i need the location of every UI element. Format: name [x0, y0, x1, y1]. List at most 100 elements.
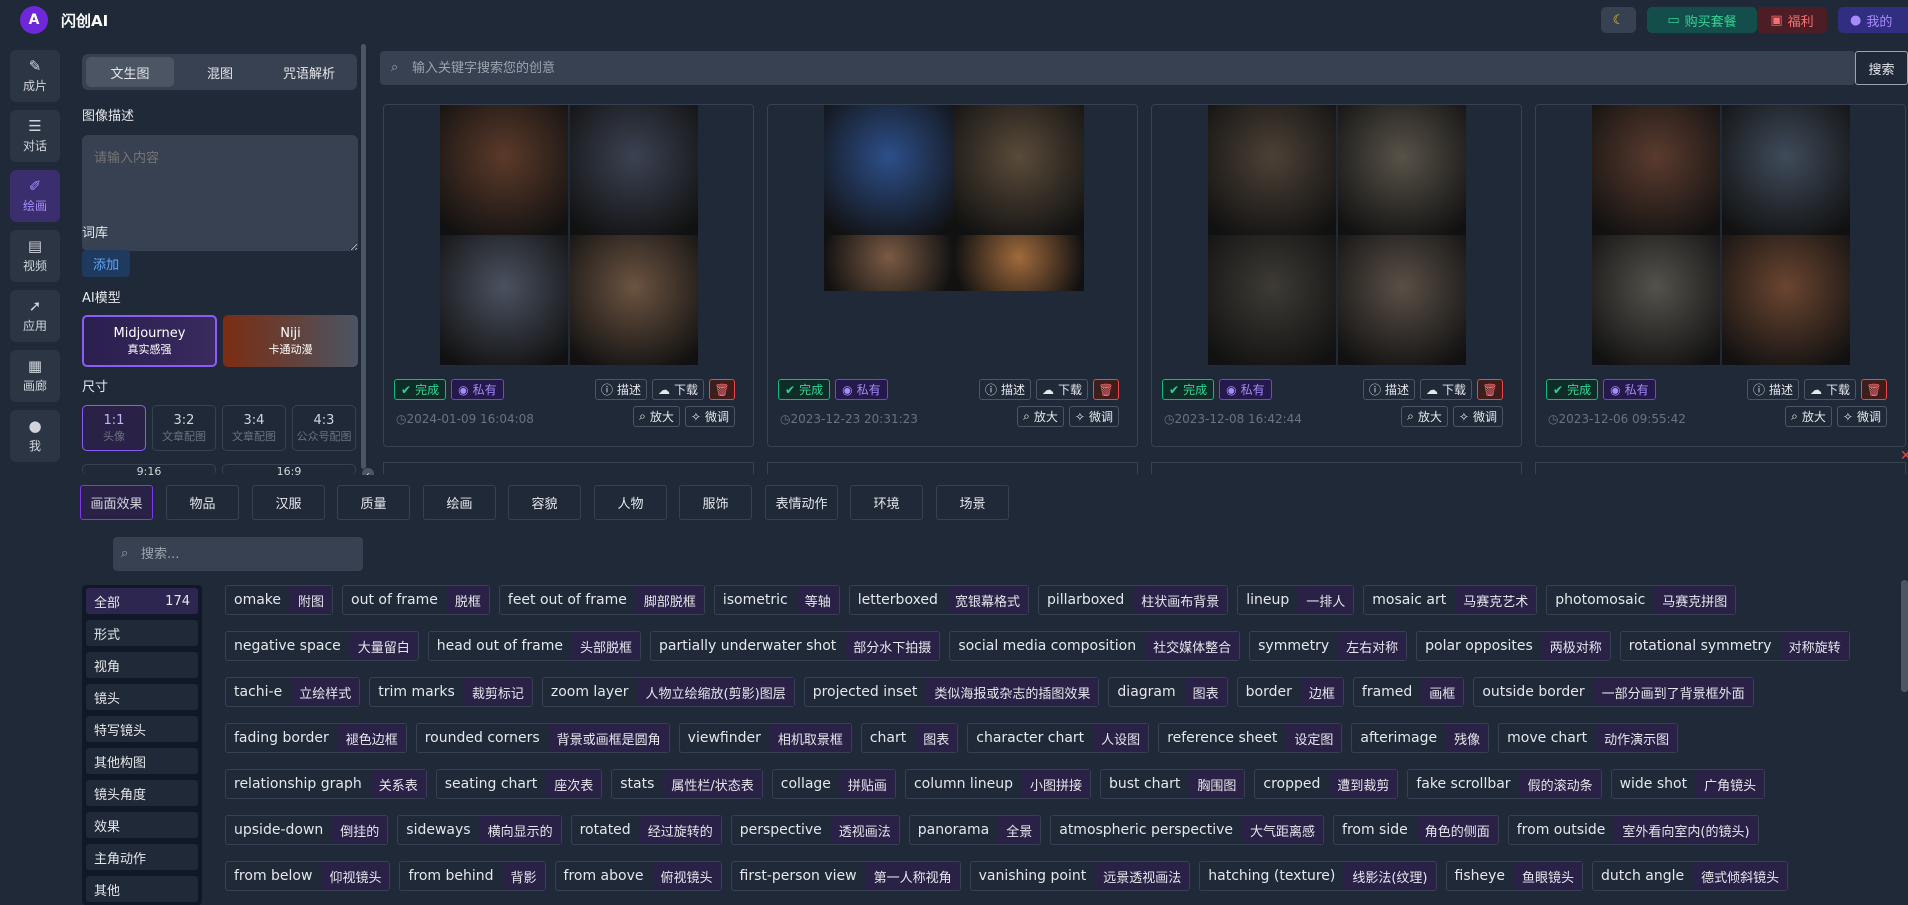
keyword-chip[interactable]: trim marks 裁剪标记 [369, 677, 533, 707]
keyword-chip[interactable]: letterboxed 宽银幕格式 [848, 585, 1029, 615]
zoom-button[interactable]: ⌕ 放大 [633, 406, 680, 427]
tab-prompt-parse[interactable]: 咒语解析 [265, 57, 353, 87]
library-category-tab[interactable]: 绘画 [423, 485, 496, 520]
keyword-chip[interactable]: feet out of frame 脚部脱框 [498, 585, 705, 615]
size-option[interactable]: 16:9 [222, 464, 356, 475]
keyword-chip[interactable]: chart 图表 [860, 723, 959, 753]
describe-button[interactable]: ⓘ 描述 [1362, 379, 1415, 400]
tweak-button[interactable]: ✧ 微调 [1068, 406, 1119, 427]
keyword-chip[interactable]: framed 画框 [1352, 677, 1465, 707]
library-category-tab[interactable]: 环境 [850, 485, 923, 520]
download-button[interactable]: ☁ 下载 [1419, 379, 1472, 400]
keyword-chip[interactable]: border 边框 [1236, 677, 1344, 707]
keyword-chip[interactable]: atmospheric perspective 大气距离感 [1050, 815, 1325, 845]
library-search-input[interactable] [141, 537, 356, 571]
nav-item[interactable]: ☰ 对话 [10, 110, 60, 162]
download-button[interactable]: ☁ 下载 [1803, 379, 1856, 400]
keyword-chip[interactable]: from outside 室外看向室内(的镜头) [1507, 815, 1759, 845]
logo-icon[interactable]: A [20, 6, 48, 34]
model-niji[interactable]: Niji 卡通动漫 [223, 315, 358, 367]
keyword-chip[interactable]: collage 拼贴画 [771, 769, 896, 799]
my-account-button[interactable]: ● 我的 [1838, 7, 1908, 33]
keyword-chip[interactable]: isometric 等轴 [713, 585, 840, 615]
keyword-chip[interactable]: lineup 一排人 [1237, 585, 1355, 615]
keyword-chip[interactable]: symmetry 左右对称 [1249, 631, 1408, 661]
zoom-button[interactable]: ⌕ 放大 [1017, 406, 1064, 427]
generated-image[interactable] [1208, 105, 1336, 235]
keyword-chip[interactable]: column lineup 小图拼接 [904, 769, 1091, 799]
keyword-chip[interactable]: reference sheet 设定图 [1158, 723, 1343, 753]
keyword-chip[interactable]: first-person view 第一人称视角 [730, 861, 961, 891]
delete-button[interactable]: 🗑 [709, 379, 735, 400]
keyword-chip[interactable]: out of frame 脱框 [342, 585, 490, 615]
keyword-chip[interactable]: sideways 横向显示的 [397, 815, 562, 845]
library-category-tab[interactable]: 汉服 [252, 485, 325, 520]
keyword-chip[interactable]: relationship graph 关系表 [225, 769, 427, 799]
library-category-tab[interactable]: 场景 [936, 485, 1009, 520]
download-button[interactable]: ☁ 下载 [651, 379, 704, 400]
image-card[interactable]: ✔ 完成 ◉ 私有 ⓘ 描述 ☁ 下载 🗑 ◷2023-12-08 16:42:44 ⌕… [1151, 104, 1522, 447]
tweak-button[interactable]: ✧ 微调 [1836, 406, 1887, 427]
nav-item[interactable]: ✎ 成片 [10, 50, 60, 102]
nav-item[interactable]: ● 我 [10, 410, 60, 462]
privacy-badge[interactable]: ◉ 私有 [1603, 379, 1656, 400]
keyword-chip[interactable]: wide shot 广角镜头 [1610, 769, 1766, 799]
subcategory-item[interactable]: 镜头角度 [86, 780, 198, 806]
model-midjourney[interactable]: Midjourney 真实感强 [82, 315, 217, 367]
generated-image[interactable] [954, 105, 1084, 235]
tweak-button[interactable]: ✧ 微调 [684, 406, 735, 427]
keyword-chip[interactable]: vanishing point 远景透视画法 [969, 861, 1191, 891]
zoom-button[interactable]: ⌕ 放大 [1401, 406, 1448, 427]
keyword-chip[interactable]: partially underwater shot 部分水下拍摄 [650, 631, 941, 661]
keyword-chip[interactable]: photomosaic 马赛克拼图 [1546, 585, 1737, 615]
generated-image[interactable] [440, 105, 568, 235]
keyword-chip[interactable]: afterimage 残像 [1351, 723, 1490, 753]
nav-item[interactable]: ▤ 视频 [10, 230, 60, 282]
subcategory-item[interactable]: 形式 [86, 620, 198, 646]
subcategory-item[interactable]: 其他 [86, 876, 198, 902]
nav-item[interactable]: ✐ 绘画 [10, 170, 60, 222]
keyword-chip[interactable]: rotated 经过旋转的 [570, 815, 722, 845]
keyword-chip[interactable]: head out of frame 头部脱框 [427, 631, 642, 661]
close-icon[interactable]: ✕ [1900, 448, 1908, 464]
delete-button[interactable]: 🗑 [1477, 379, 1503, 400]
generated-image[interactable] [570, 105, 698, 235]
keyword-chip[interactable]: panorama 全景 [908, 815, 1042, 845]
keyword-chip[interactable]: fisheye 鱼眼镜头 [1445, 861, 1584, 891]
zoom-button[interactable]: ⌕ 放大 [1785, 406, 1832, 427]
keyword-chip[interactable]: projected inset 类似海报或杂志的插图效果 [803, 677, 1100, 707]
library-scrollbar[interactable] [1901, 580, 1908, 692]
subcategory-item[interactable]: 视角 [86, 652, 198, 678]
search-button[interactable]: 搜索 [1855, 51, 1908, 85]
keyword-chip[interactable]: zoom layer 人物立绘缩放(剪影)图层 [541, 677, 795, 707]
image-card[interactable]: ✔ 完成 ◉ 私有 ⓘ 描述 ☁ 下载 🗑 ◷2024-01-09 16:04:08 ⌕… [383, 104, 754, 447]
keyword-chip[interactable]: pillarboxed 柱状画布背景 [1037, 585, 1229, 615]
subcategory-item[interactable]: 特写镜头 [86, 716, 198, 742]
keyword-chip[interactable]: cropped 遭到裁剪 [1254, 769, 1399, 799]
subcategory-item[interactable]: 全部 174 [86, 588, 198, 614]
keyword-chip[interactable]: rotational symmetry 对称旋转 [1619, 631, 1850, 661]
keyword-chip[interactable]: negative space 大量留白 [225, 631, 419, 661]
keyword-chip[interactable]: from side 角色的侧面 [1333, 815, 1499, 845]
generated-image[interactable] [1338, 105, 1466, 235]
describe-button[interactable]: ⓘ 描述 [1746, 379, 1799, 400]
keyword-chip[interactable]: dutch angle 德式倾斜镜头 [1592, 861, 1789, 891]
generated-image[interactable] [1722, 235, 1850, 365]
keyword-chip[interactable]: outside border 一部分画到了背景框外面 [1473, 677, 1754, 707]
subcategory-item[interactable]: 其他构图 [86, 748, 198, 774]
library-category-tab[interactable]: 画面效果 [80, 485, 153, 520]
generated-image[interactable] [1208, 235, 1336, 365]
subcategory-item[interactable]: 主角动作 [86, 844, 198, 870]
library-category-tab[interactable]: 表情动作 [765, 485, 838, 520]
generated-image[interactable] [1722, 105, 1850, 235]
keyword-chip[interactable]: social media composition 社交媒体整合 [949, 631, 1241, 661]
privacy-badge[interactable]: ◉ 私有 [1219, 379, 1272, 400]
buy-plan-button[interactable]: ▭ 购买套餐 [1647, 7, 1757, 33]
nav-item[interactable]: ➚ 应用 [10, 290, 60, 342]
panel-scrollbar[interactable] [361, 44, 366, 469]
keyword-chip[interactable]: from behind 背影 [399, 861, 546, 891]
keyword-chip[interactable]: fake scrollbar 假的滚动条 [1407, 769, 1602, 799]
keyword-chip[interactable]: from above 俯视镜头 [554, 861, 722, 891]
keyword-chip[interactable]: character chart 人设图 [967, 723, 1150, 753]
image-desc-input[interactable] [82, 135, 358, 251]
